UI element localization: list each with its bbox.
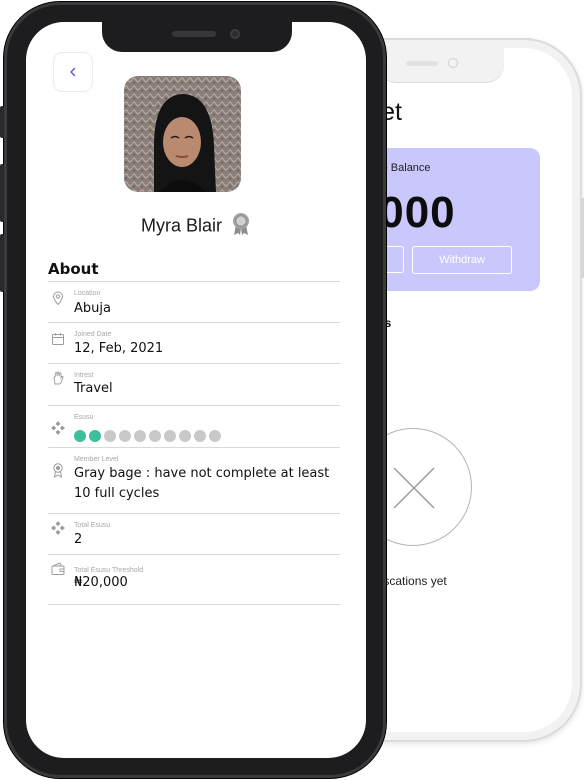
- threshold-row: Total Esusu Threshold ₦20,000: [48, 555, 340, 605]
- location-row: Location Abuja: [48, 284, 340, 323]
- progress-dot-empty: [119, 430, 131, 442]
- volume-up-button: [0, 164, 4, 222]
- member-level-value: Gray bage : have not complete at least 1…: [74, 466, 330, 501]
- progress-dot-filled: [89, 430, 101, 442]
- threshold-value: ₦20,000: [74, 575, 128, 590]
- progress-dot-empty: [164, 430, 176, 442]
- wallet-icon: [51, 562, 65, 575]
- esusu-icon: [51, 521, 65, 535]
- speaker: [172, 31, 216, 37]
- joined-date-value: 12, Feb, 2021: [74, 341, 164, 356]
- total-esusu-value: 2: [74, 532, 83, 547]
- progress-dot-empty: [209, 430, 221, 442]
- profile-photo: [124, 76, 241, 192]
- gray-badge-icon: [231, 212, 251, 241]
- member-level-row: Member Level Gray bage : have not comple…: [48, 448, 340, 514]
- hand-icon: [53, 371, 64, 385]
- esusu-label: Esusu: [74, 414, 94, 421]
- progress-dot-empty: [134, 430, 146, 442]
- total-esusu-label: Total Esusu: [74, 522, 111, 529]
- esusu-progress: [74, 430, 224, 442]
- profile-phone-device: Myra Blair About Location Abuja Joined D…: [0, 2, 386, 778]
- joined-date-row: Joined Date 12, Feb, 2021: [48, 323, 340, 364]
- notch: [102, 22, 292, 52]
- close-icon: [393, 467, 435, 509]
- progress-dot-empty: [179, 430, 191, 442]
- location-pin-icon: [52, 291, 64, 306]
- location-label: Location: [74, 290, 101, 297]
- interest-value: Travel: [74, 381, 113, 396]
- divider: [48, 281, 340, 282]
- speaker: [406, 61, 438, 66]
- progress-dot-filled: [74, 430, 86, 442]
- progress-dot-empty: [149, 430, 161, 442]
- progress-dot-empty: [194, 430, 206, 442]
- interest-label: Intrest: [74, 372, 94, 379]
- award-icon: [53, 463, 63, 478]
- joined-date-label: Joined Date: [74, 331, 112, 338]
- chevron-left-icon: [70, 67, 76, 77]
- camera: [230, 29, 240, 39]
- about-heading: About: [48, 260, 99, 278]
- volume-down-button: [0, 234, 4, 292]
- profile-name-row: Myra Blair: [26, 212, 366, 241]
- withdraw-button[interactable]: Withdraw: [412, 246, 512, 274]
- calendar-icon: [52, 333, 64, 345]
- camera: [448, 58, 458, 68]
- location-value: Abuja: [74, 301, 111, 316]
- mute-switch: [0, 106, 4, 138]
- back-button[interactable]: [53, 52, 93, 92]
- profile-screen: Myra Blair About Location Abuja Joined D…: [26, 22, 366, 758]
- progress-dot-empty: [104, 430, 116, 442]
- total-esusu-row: Total Esusu 2: [48, 514, 340, 555]
- avatar: [124, 76, 241, 192]
- interest-row: Intrest Travel: [48, 364, 340, 406]
- member-level-label: Member Level: [74, 456, 119, 463]
- notch: [378, 48, 504, 82]
- esusu-row: Esusu: [48, 406, 340, 448]
- esusu-icon: [51, 421, 65, 435]
- profile-name: Myra Blair: [140, 215, 222, 236]
